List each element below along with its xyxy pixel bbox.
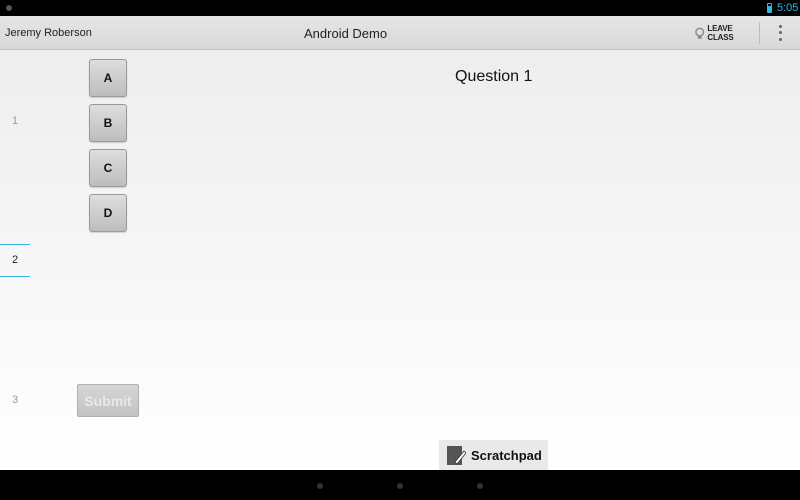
battery-icon xyxy=(767,3,772,13)
lightbulb-icon xyxy=(695,27,705,39)
overflow-menu-icon[interactable] xyxy=(772,23,788,43)
app-title: Android Demo xyxy=(304,26,388,41)
question-nav-item-1[interactable]: 1 xyxy=(0,115,30,127)
scratchpad-label: Scratchpad xyxy=(471,447,542,463)
leave-class-button[interactable]: LEAVE CLASS xyxy=(694,22,758,44)
user-name: Jeremy Roberson xyxy=(5,27,92,39)
question-nav-item-2[interactable]: 2 xyxy=(0,244,30,277)
action-divider xyxy=(759,22,760,44)
scratchpad-button[interactable]: Scratchpad xyxy=(439,440,548,470)
app-screen: Jeremy Roberson Android Demo LEAVE CLASS… xyxy=(0,16,800,470)
choice-d-button[interactable]: D xyxy=(89,194,127,232)
system-nav-bar xyxy=(0,470,800,500)
question-nav-item-3[interactable]: 3 xyxy=(0,394,30,406)
status-bar: 5:05 xyxy=(0,0,800,16)
scratchpad-icon xyxy=(447,445,466,465)
submit-button[interactable]: Submit xyxy=(77,384,139,417)
leave-class-label: LEAVE CLASS xyxy=(707,24,734,42)
choice-b-button[interactable]: B xyxy=(89,104,127,142)
question-title: Question 1 xyxy=(455,68,533,85)
choice-a-button[interactable]: A xyxy=(89,59,127,97)
action-bar: Jeremy Roberson Android Demo LEAVE CLASS xyxy=(0,16,800,50)
choice-c-button[interactable]: C xyxy=(89,149,127,187)
home-icon[interactable] xyxy=(397,483,403,489)
status-clock: 5:05 xyxy=(777,2,799,14)
notification-icon xyxy=(6,5,12,11)
recents-icon[interactable] xyxy=(477,483,483,489)
back-icon[interactable] xyxy=(317,483,323,489)
